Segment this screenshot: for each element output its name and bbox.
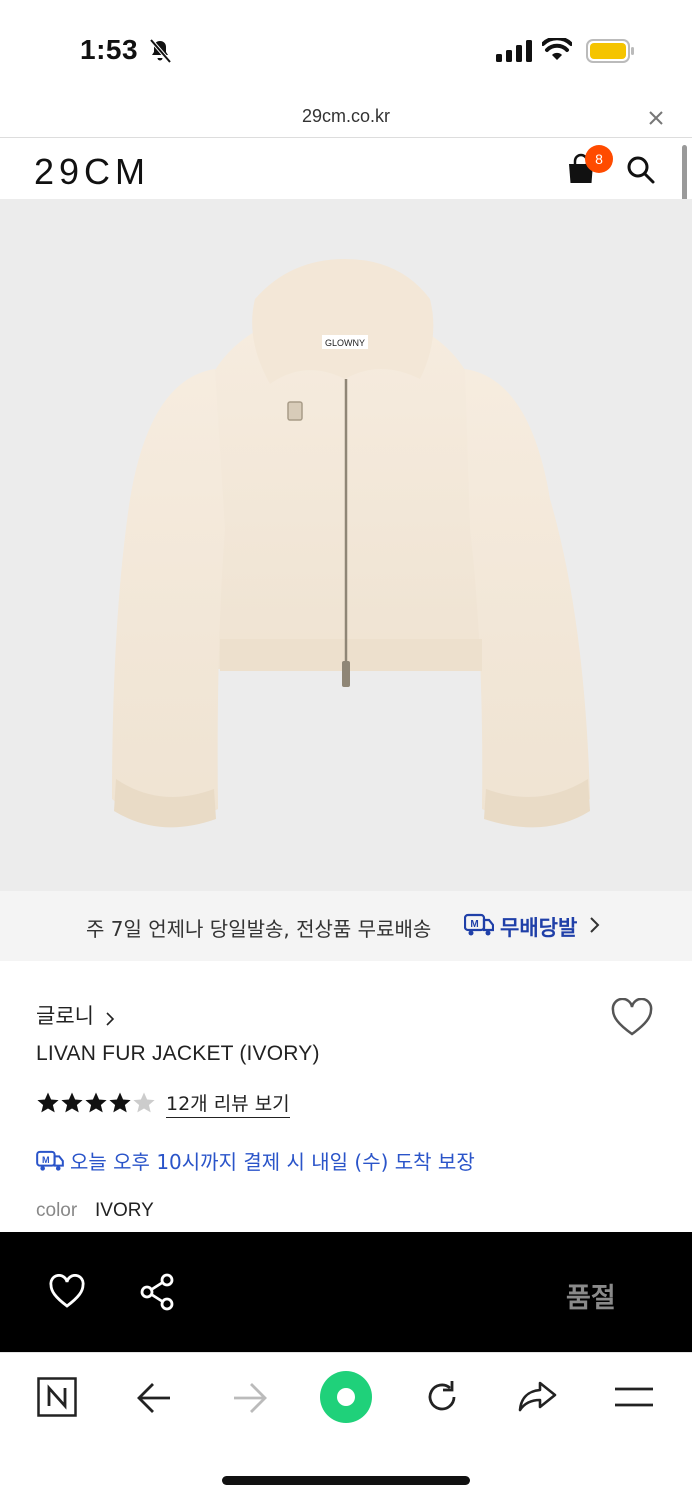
- bell-slash-icon: [149, 38, 172, 64]
- menu-icon[interactable]: [614, 1385, 654, 1409]
- chevron-right-icon: [590, 917, 600, 933]
- site-header: 29CM 8: [0, 139, 692, 199]
- green-circle-icon[interactable]: [320, 1371, 372, 1423]
- rating-stars: [37, 1092, 155, 1113]
- url-bar[interactable]: 29cm.co.kr: [0, 100, 692, 138]
- url-text[interactable]: 29cm.co.kr: [0, 106, 692, 127]
- status-bar: 1:53: [0, 0, 692, 100]
- product-name: LIVAN FUR JACKET (IVORY): [36, 1042, 320, 1065]
- wifi-icon: [542, 38, 572, 60]
- brand-link[interactable]: 글로니: [36, 1000, 115, 1030]
- color-label: color: [36, 1200, 78, 1221]
- product-image[interactable]: GLOWNY: [0, 199, 692, 891]
- status-time: 1:53: [80, 34, 139, 65]
- naver-n-icon[interactable]: [37, 1377, 77, 1417]
- forward-arrow-icon[interactable]: [232, 1381, 268, 1415]
- jacket-brand-label: GLOWNY: [325, 338, 365, 348]
- delivery-truck-icon: M: [464, 913, 494, 936]
- svg-text:M: M: [470, 919, 478, 930]
- bottom-action-bar: 품절: [0, 1232, 692, 1352]
- share-arrow-icon[interactable]: [518, 1379, 558, 1415]
- search-icon[interactable]: [626, 155, 656, 185]
- share-icon[interactable]: [138, 1272, 176, 1312]
- back-arrow-icon[interactable]: [136, 1381, 172, 1415]
- delivery-text: 오늘 오후 10시까지 결제 시 내일 (수) 도착 보장: [70, 1150, 475, 1174]
- wishlist-heart-icon[interactable]: [610, 998, 654, 1038]
- cellular-signal-icon: [496, 40, 532, 62]
- chevron-right-icon: [106, 1011, 115, 1026]
- shipping-text: 주 7일 언제나 당일발송, 전상품 무료배송: [86, 917, 432, 941]
- brand-name[interactable]: 글로니: [36, 1004, 94, 1028]
- soldout-label: 품절: [566, 1283, 616, 1314]
- review-link[interactable]: 12개 리뷰 보기: [166, 1089, 290, 1118]
- color-value: IVORY: [95, 1200, 154, 1221]
- battery-icon: [586, 39, 634, 63]
- site-logo[interactable]: 29CM: [34, 151, 150, 193]
- reload-icon[interactable]: [424, 1379, 460, 1415]
- delivery-truck-icon: M: [36, 1150, 64, 1171]
- cart-count-badge: 8: [585, 145, 613, 173]
- heart-icon[interactable]: [48, 1274, 86, 1310]
- shipping-badge-label: 무배당발: [500, 916, 578, 940]
- home-indicator: [222, 1476, 470, 1485]
- shipping-banner[interactable]: 주 7일 언제나 당일발송, 전상품 무료배송 M 무배당발: [0, 891, 692, 961]
- fur-jacket-image: GLOWNY: [112, 259, 590, 828]
- svg-text:M: M: [42, 1155, 50, 1165]
- close-icon[interactable]: [646, 108, 666, 128]
